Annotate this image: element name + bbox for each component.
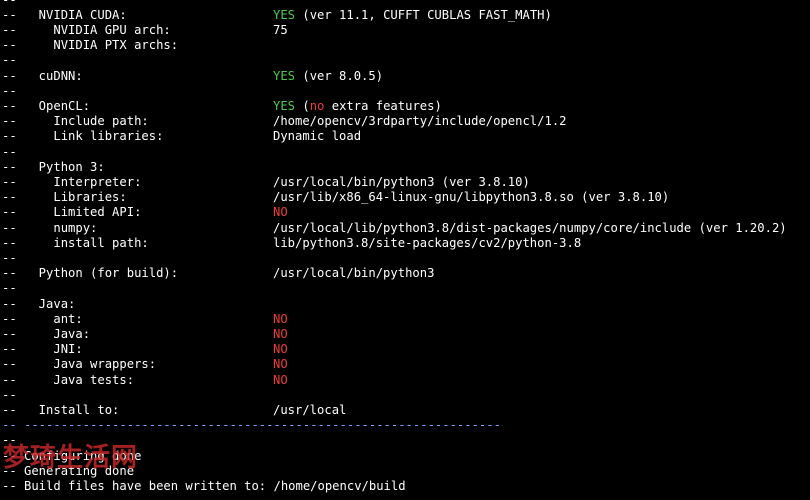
terminal-line-value: NO: [273, 357, 288, 372]
terminal-line-label: -- Build files have been written to: /ho…: [2, 478, 406, 493]
terminal-line-label: --: [2, 144, 17, 159]
terminal-line-label: --: [2, 83, 17, 98]
status-no: NO: [273, 372, 288, 387]
status-no: NO: [273, 205, 288, 220]
status-no: no: [309, 98, 325, 113]
terminal-line-value: NO: [273, 373, 288, 388]
terminal-line-value: YES (ver 8.0.5): [273, 69, 383, 84]
terminal-line-value: NO: [273, 205, 288, 220]
value-text: extra features): [324, 98, 442, 113]
terminal-line-value: /usr/local: [273, 402, 347, 417]
terminal-line-value: NO: [273, 342, 288, 357]
terminal-line-label: -- Java:: [2, 326, 91, 341]
terminal-line-label: -- numpy:: [2, 220, 98, 235]
terminal-line-label: -- Python (for build):: [2, 266, 179, 281]
terminal-line-label: -- Interpreter:: [2, 174, 142, 189]
terminal-line-value: lib/python3.8/site-packages/cv2/python-3…: [273, 235, 582, 250]
terminal-line-label: --: [2, 433, 17, 448]
terminal-line-value: /usr/local/lib/python3.8/dist-packages/n…: [273, 220, 787, 235]
terminal-line-label: -- -------------------------------------…: [2, 418, 501, 433]
terminal-line-label: --: [2, 281, 17, 296]
status-no: NO: [273, 357, 288, 372]
terminal-line-label: -- Install to:: [2, 402, 120, 417]
terminal-line-label: -- JNI:: [2, 342, 83, 357]
terminal-line-label: -- Link libraries:: [2, 129, 164, 144]
terminal-line-value: /usr/local/bin/python3 (ver 3.8.10): [273, 174, 530, 189]
terminal-line-value: /usr/lib/x86_64-linux-gnu/libpython3.8.s…: [273, 190, 670, 205]
terminal-line-label: -- Generating done: [2, 463, 135, 478]
status-yes: YES: [273, 7, 296, 22]
terminal-line-label: --: [2, 53, 17, 68]
status-no: NO: [273, 342, 288, 357]
terminal-line-value: NO: [273, 312, 288, 327]
terminal-line-label: -- NVIDIA PTX archs:: [2, 38, 179, 53]
value-text: (: [295, 98, 310, 113]
terminal-line-value: YES (ver 11.1, CUFFT CUBLAS FAST_MATH): [273, 8, 552, 23]
terminal-line-label: -- Java wrappers:: [2, 357, 157, 372]
status-no: NO: [273, 311, 288, 326]
status-no: NO: [273, 326, 288, 341]
terminal-line-label: -- Java tests:: [2, 372, 135, 387]
terminal-line-label: -- Configuring done: [2, 448, 142, 463]
terminal-line-label: -- install path:: [2, 235, 149, 250]
terminal-line-label: -- Limited API:: [2, 205, 142, 220]
terminal-window[interactable]: ---- NVIDIA CUDA:YES (ver 11.1, CUFFT CU…: [0, 0, 810, 500]
status-yes: YES: [273, 98, 296, 113]
terminal-line-value: Dynamic load: [273, 129, 362, 144]
terminal-line-value: /home/opencv/3rdparty/include/opencl/1.2: [273, 114, 567, 129]
terminal-line-value: NO: [273, 327, 288, 342]
status-yes: YES: [273, 68, 296, 83]
value-text: (ver 8.0.5): [295, 68, 384, 83]
terminal-line-label: -- NVIDIA CUDA:: [2, 7, 127, 22]
terminal-line-label: -- Include path:: [2, 114, 149, 129]
terminal-line-value: 75: [273, 22, 288, 37]
terminal-line-label: -- ant:: [2, 311, 83, 326]
terminal-line-value: YES (no extra features): [273, 99, 442, 114]
terminal-line-label: --: [2, 0, 17, 8]
value-text: (ver 11.1, CUFFT CUBLAS FAST_MATH): [295, 7, 552, 22]
terminal-line-label: --: [2, 250, 17, 265]
terminal-line-label: -- OpenCL:: [2, 98, 91, 113]
terminal-line-value: /usr/local/bin/python3: [273, 266, 435, 281]
terminal-line-label: -- NVIDIA GPU arch:: [2, 22, 171, 37]
terminal-line-label: -- Java:: [2, 296, 76, 311]
terminal-line-label: --: [2, 387, 17, 402]
terminal-line-label: -- Python 3:: [2, 159, 105, 174]
terminal-line-label: -- cuDNN:: [2, 68, 83, 83]
terminal-line-label: -- Libraries:: [2, 190, 127, 205]
